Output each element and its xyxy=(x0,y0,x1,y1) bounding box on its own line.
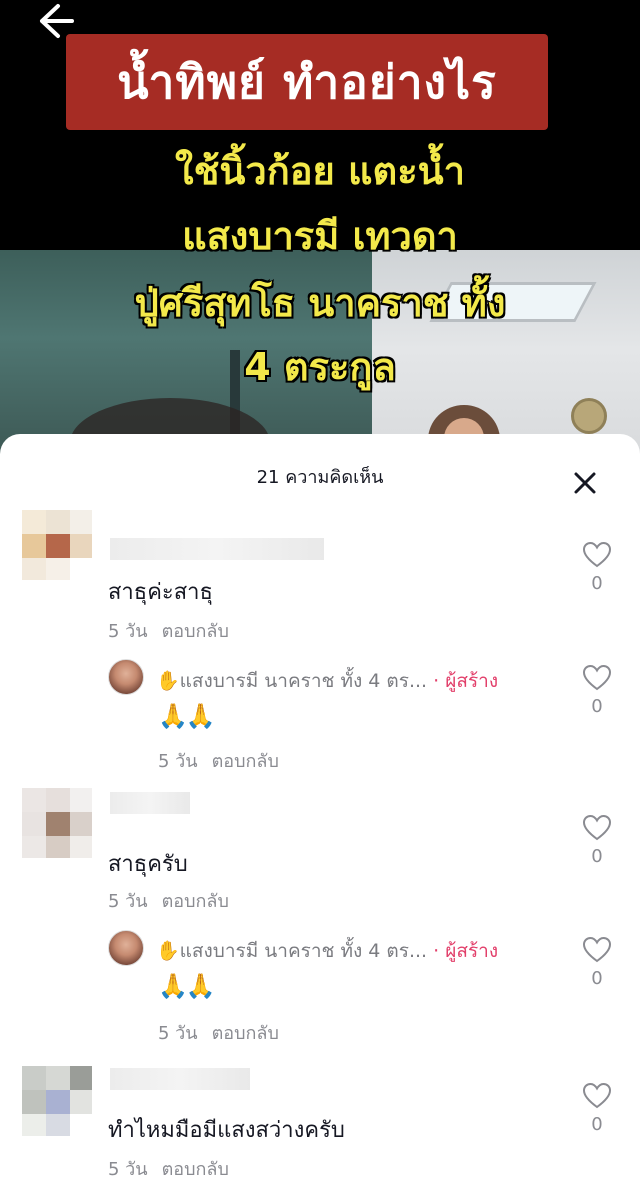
creator-avatar[interactable] xyxy=(108,659,144,695)
heart-icon xyxy=(582,664,612,691)
raised-hand-icon: ✋ xyxy=(156,940,180,962)
like-count: 0 xyxy=(591,968,603,989)
username-blurred xyxy=(110,1068,250,1090)
reply-meta: 5 วัน ตอบกลับ xyxy=(158,1018,279,1047)
like-button[interactable]: 0 xyxy=(577,541,617,594)
avatar[interactable] xyxy=(22,788,92,878)
comment-time: 5 วัน xyxy=(108,1159,148,1180)
reply-meta: 5 วัน ตอบกลับ xyxy=(158,746,279,775)
comments-sheet: 21 ความคิดเห็น สาธุค่ะสาธุ 5 วัน ตอบกลับ … xyxy=(0,434,640,1194)
comment-time: 5 วัน xyxy=(108,621,148,642)
reply-author[interactable]: ✋แสงบารมี นาคราช ทั้ง 4 ตร... · ผู้สร้าง xyxy=(156,936,498,966)
heart-icon xyxy=(582,541,612,568)
video-caption-line-1: ใช้นิ้วก้อย แตะน้ำ xyxy=(175,149,465,193)
comment-text: ทำไหมมือมีแสงสว่างครับ xyxy=(108,1118,345,1143)
reply-button[interactable]: ตอบกลับ xyxy=(162,621,229,642)
heart-icon xyxy=(582,1082,612,1109)
close-button[interactable] xyxy=(568,466,602,500)
raised-hand-icon: ✋ xyxy=(156,670,180,692)
video-player[interactable]: น้ำทิพย์ ทำอย่างไร ใช้นิ้วก้อย แตะน้ำ แส… xyxy=(0,0,640,470)
reply-button[interactable]: ตอบกลับ xyxy=(212,751,279,772)
wall-clock-image xyxy=(571,398,607,434)
title-banner: น้ำทิพย์ ทำอย่างไร xyxy=(66,34,548,130)
video-caption-line-4: 4 ตระกูล xyxy=(244,345,396,389)
like-button[interactable]: 0 xyxy=(577,1082,617,1135)
reply-button[interactable]: ตอบกลับ xyxy=(212,1023,279,1044)
comment-meta: 5 วัน ตอบกลับ xyxy=(108,1154,229,1183)
video-caption-line-2: แสงบารมี เทวดา xyxy=(182,214,458,258)
video-caption-line-3: ปู่ศรีสุทโธ นาคราช ทั้ง xyxy=(134,281,506,325)
username-blurred xyxy=(110,792,190,814)
creator-badge: · ผู้สร้าง xyxy=(433,940,499,962)
reply-text: 🙏🙏 xyxy=(158,972,216,1000)
close-icon xyxy=(574,472,596,494)
reply-author-name: แสงบารมี นาคราช ทั้ง 4 ตร... xyxy=(179,940,428,962)
comments-count-title: 21 ความคิดเห็น xyxy=(256,467,384,488)
like-count: 0 xyxy=(591,1114,603,1135)
reply-text: 🙏🙏 xyxy=(158,702,216,730)
reply-time: 5 วัน xyxy=(158,751,198,772)
comment-meta: 5 วัน ตอบกลับ xyxy=(108,616,229,645)
like-count: 0 xyxy=(591,696,603,717)
avatar[interactable] xyxy=(22,1066,92,1156)
like-count: 0 xyxy=(591,573,603,594)
comment-text: สาธุค่ะสาธุ xyxy=(108,580,213,605)
like-button[interactable]: 0 xyxy=(577,936,617,989)
comment-text: สาธุครับ xyxy=(108,852,188,877)
like-count: 0 xyxy=(591,846,603,867)
comment-meta: 5 วัน ตอบกลับ xyxy=(108,886,229,915)
like-button[interactable]: 0 xyxy=(577,814,617,867)
username-blurred xyxy=(110,538,324,560)
comment-time: 5 วัน xyxy=(108,891,148,912)
reply-author[interactable]: ✋แสงบารมี นาคราช ทั้ง 4 ตร... · ผู้สร้าง xyxy=(156,666,498,696)
avatar[interactable] xyxy=(22,510,92,600)
heart-icon xyxy=(582,814,612,841)
heart-icon xyxy=(582,936,612,963)
reply-button[interactable]: ตอบกลับ xyxy=(162,1159,229,1180)
reply-button[interactable]: ตอบกลับ xyxy=(162,891,229,912)
like-button[interactable]: 0 xyxy=(577,664,617,717)
reply-author-name: แสงบารมี นาคราช ทั้ง 4 ตร... xyxy=(179,670,428,692)
creator-badge: · ผู้สร้าง xyxy=(433,670,499,692)
reply-time: 5 วัน xyxy=(158,1023,198,1044)
creator-avatar[interactable] xyxy=(108,930,144,966)
banner-text: น้ำทิพย์ ทำอย่างไร xyxy=(117,54,497,109)
